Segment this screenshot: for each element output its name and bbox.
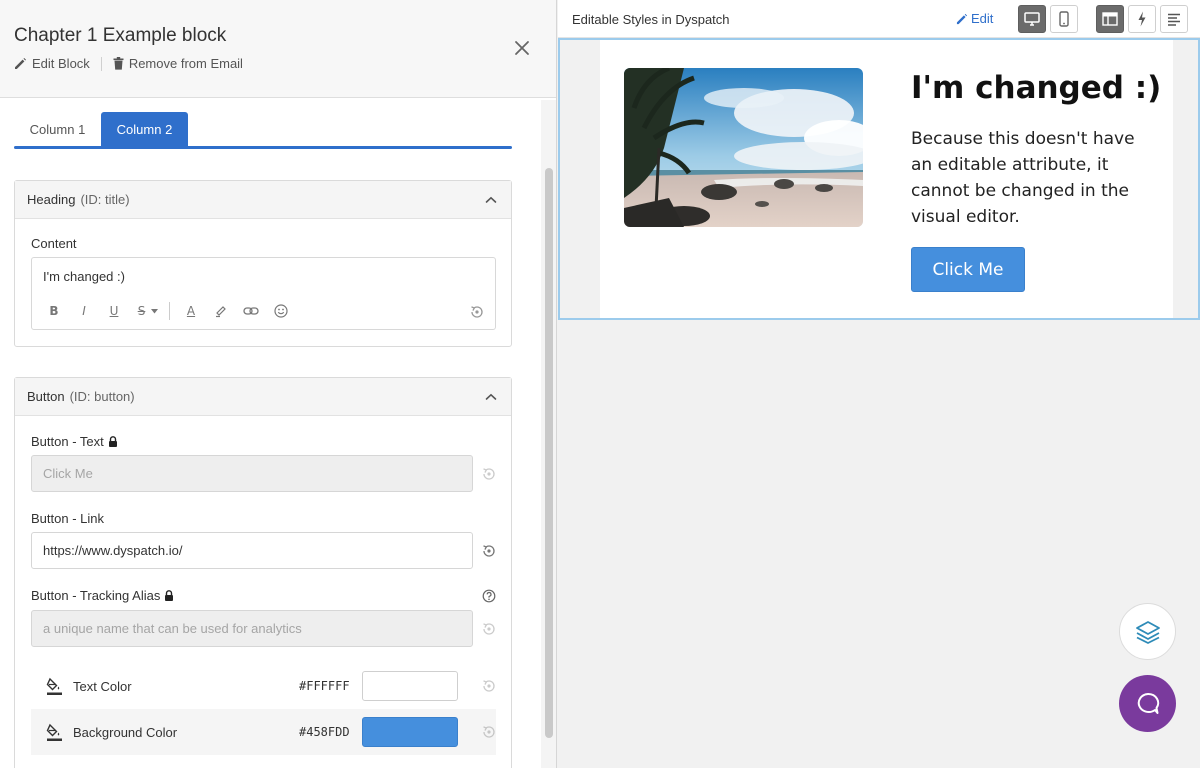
reset-icon [481,724,497,740]
strikethrough-dropdown[interactable]: S [133,302,163,320]
reset-icon [481,621,497,637]
text-color-row: Text Color #FFFFFF [31,663,496,709]
section-id: (ID: title) [80,192,130,207]
pencil-icon [956,13,968,25]
email-preview-frame[interactable]: I'm changed :) Because this doesn't have… [558,38,1200,320]
button-link-input[interactable] [31,532,473,569]
chat-button[interactable] [1119,675,1176,732]
button-link-label: Button - Link [31,511,104,526]
column-tabs: Column 1 Column 2 [14,112,512,150]
remove-label: Remove from Email [128,56,243,71]
desktop-view-button[interactable] [1018,5,1046,33]
chevron-up-icon[interactable] [485,195,497,205]
background-color-hex: #458FDD [299,725,350,739]
preview-panel: Editable Styles in Dyspatch Edit I'm cha… [558,0,1200,768]
remove-from-email-button[interactable]: Remove from Email [113,56,243,71]
underline-button[interactable]: U [103,302,125,320]
lock-icon [164,590,174,601]
rich-text-toolbar: B I U S A [43,302,300,320]
layers-icon [1135,620,1161,644]
heading-section: Heading (ID: title) Content I'm changed … [14,180,512,347]
block-title: Chapter 1 Example block [14,25,227,46]
beach-image [624,68,863,227]
lightning-icon [1137,11,1147,27]
block-editor-panel: Chapter 1 Example block Edit Block Remov… [0,0,557,768]
text-view-button[interactable] [1160,5,1188,33]
content-label: Content [31,236,77,251]
desktop-icon [1024,12,1040,26]
toolbar-divider [169,302,170,320]
section-title: Heading [27,192,76,207]
pencil-icon [14,57,27,70]
email-heading[interactable]: I'm changed :) [911,70,1161,106]
content-rich-editor[interactable]: I'm changed :) B I U S A [31,257,496,330]
button-section: Button (ID: button) Button - Text Button… [14,377,512,768]
button-text-input[interactable] [31,455,473,492]
header-actions: Edit Block Remove from Email [14,56,243,71]
close-icon[interactable] [512,38,532,58]
tab-column-2[interactable]: Column 2 [101,112,188,146]
mobile-icon [1059,11,1069,27]
reset-icon [481,678,497,694]
section-title: Button [27,389,65,404]
background-color-row: Background Color #458FDD [31,709,496,755]
scrollbar[interactable] [541,100,556,768]
edit-block-button[interactable]: Edit Block [14,56,90,71]
italic-button[interactable]: I [73,302,95,320]
trash-icon [113,57,124,70]
bold-button[interactable]: B [43,302,65,320]
tracking-alias-label-text: Button - Tracking Alias [31,588,161,603]
help-icon[interactable] [482,589,498,605]
layout-view-button[interactable] [1096,5,1124,33]
paint-bucket-icon [46,722,64,742]
heading-section-header[interactable]: Heading (ID: title) [15,181,511,219]
tracking-alias-input[interactable] [31,610,473,647]
highlighter-icon[interactable] [210,302,232,320]
text-color-label: Text Color [73,678,132,694]
lock-icon [108,436,118,447]
tab-column-1[interactable]: Column 1 [14,112,101,146]
strike-label: S [137,304,146,318]
tracking-alias-label: Button - Tracking Alias [31,588,174,603]
background-color-swatch[interactable] [362,717,458,747]
text-align-icon [1167,13,1181,26]
caret-down-icon [151,308,159,314]
button-section-header[interactable]: Button (ID: button) [15,378,511,416]
amp-view-button[interactable] [1128,5,1156,33]
reset-icon [481,466,497,482]
link-icon[interactable] [240,302,262,320]
chevron-up-icon[interactable] [485,392,497,402]
reset-icon[interactable] [469,304,485,320]
edit-block-label: Edit Block [32,56,90,71]
preview-toolbar: Editable Styles in Dyspatch Edit [558,0,1200,38]
reset-icon[interactable] [481,543,497,559]
paint-bucket-icon [46,676,64,696]
content-text[interactable]: I'm changed :) [43,269,125,284]
panel-header: Chapter 1 Example block Edit Block Remov… [0,0,556,98]
layers-button[interactable] [1119,603,1176,660]
background-color-label: Background Color [73,724,178,740]
layout-icon [1102,12,1118,26]
emoji-icon[interactable] [270,302,292,320]
edit-button[interactable]: Edit [956,11,993,26]
chat-icon [1135,691,1161,717]
email-block: I'm changed :) Because this doesn't have… [600,40,1173,318]
text-color-swatch[interactable] [362,671,458,701]
tab-underline [14,146,512,149]
button-text-label-text: Button - Text [31,434,104,449]
divider [100,56,102,71]
email-body-text: Because this doesn't have an editable at… [911,129,1135,227]
preview-title: Editable Styles in Dyspatch [572,12,730,27]
text-color-hex: #FFFFFF [299,679,350,693]
font-color-button[interactable]: A [180,302,202,320]
section-id: (ID: button) [69,389,135,404]
button-text-label: Button - Text [31,434,118,449]
mobile-view-button[interactable] [1050,5,1078,33]
scrollbar-thumb[interactable] [545,168,553,738]
email-cta-button[interactable]: Click Me [911,247,1025,292]
edit-label: Edit [971,11,994,26]
